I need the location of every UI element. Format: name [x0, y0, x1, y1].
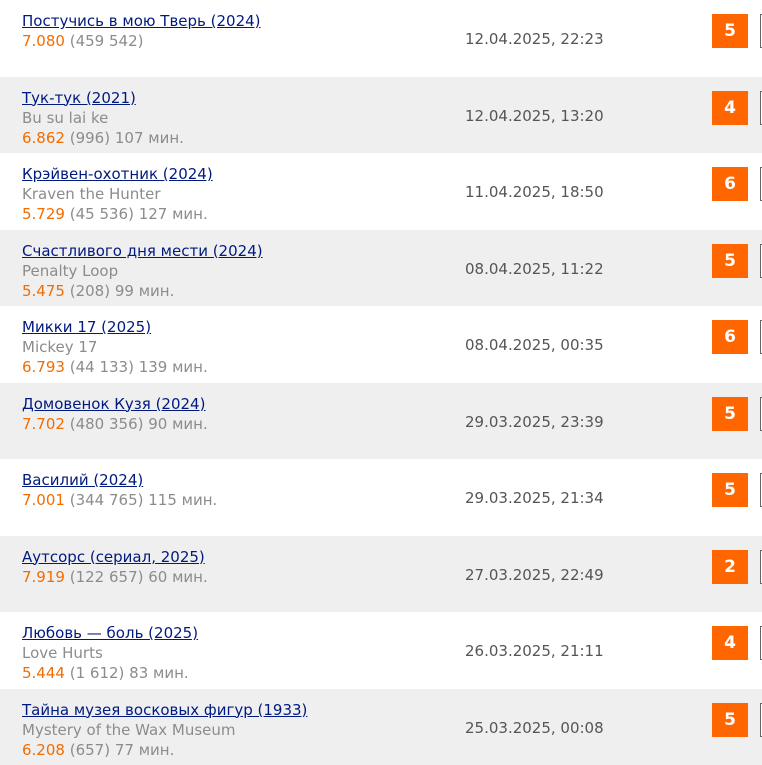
vote-date: 25.03.2025, 00:08 — [465, 718, 604, 738]
vote-date: 29.03.2025, 21:34 — [465, 488, 604, 508]
movie-title-link[interactable]: Крэйвен-охотник (2024) — [22, 165, 213, 184]
movie-title-link[interactable]: Домовенок Кузя (2024) — [22, 395, 208, 414]
movie-meta: 6.793 (44 133) 139 мин. — [22, 357, 208, 377]
movie-original-title: Mickey 17 — [22, 337, 208, 357]
movie-votes: (122 657) — [70, 568, 144, 586]
movie-title-link[interactable]: Тайна музея восковых фигур (1933) — [22, 701, 307, 720]
movie-info: Домовенок Кузя (2024) 7.702 (480 356) 90… — [22, 395, 208, 434]
movie-original-title: Mystery of the Wax Museum — [22, 720, 307, 740]
movie-rating: 7.001 — [22, 491, 65, 509]
movie-rating: 6.793 — [22, 358, 65, 376]
movie-original-title: Bu su lai ke — [22, 108, 184, 128]
movie-rating: 5.444 — [22, 664, 65, 682]
movie-rating: 5.475 — [22, 282, 65, 300]
movie-title-link[interactable]: Василий (2024) — [22, 471, 217, 490]
movie-info: Аутсорс (сериал, 2025) 7.919 (122 657) 6… — [22, 548, 208, 587]
movie-vote-list: Постучись в мою Тверь (2024) 7.080 (459 … — [0, 0, 762, 765]
movie-original-title: Penalty Loop — [22, 261, 263, 281]
movie-meta: 7.001 (344 765) 115 мин. — [22, 490, 217, 510]
movie-votes: (996) — [70, 129, 110, 147]
movie-meta: 6.208 (657) 77 мин. — [22, 740, 307, 760]
list-item: Тук-тук (2021) Bu su lai ke 6.862 (996) … — [0, 77, 762, 154]
movie-meta: 5.444 (1 612) 83 мин. — [22, 663, 198, 683]
list-item: Микки 17 (2025) Mickey 17 6.793 (44 133)… — [0, 306, 762, 383]
movie-info: Крэйвен-охотник (2024) Kraven the Hunter… — [22, 165, 213, 224]
user-score-badge[interactable]: 6 — [712, 167, 748, 201]
movie-meta: 6.862 (996) 107 мин. — [22, 128, 184, 148]
movie-duration: 60 мин. — [148, 568, 208, 586]
user-score-badge[interactable]: 5 — [712, 703, 748, 737]
user-score-badge[interactable]: 4 — [712, 626, 748, 660]
movie-title-link[interactable]: Постучись в мою Тверь (2024) — [22, 12, 261, 31]
movie-meta: 7.080 (459 542) — [22, 31, 261, 51]
movie-votes: (344 765) — [70, 491, 144, 509]
user-score-badge[interactable]: 5 — [712, 473, 748, 507]
user-score-badge[interactable]: 6 — [712, 320, 748, 354]
movie-duration: 77 мин. — [115, 741, 175, 759]
movie-title-link[interactable]: Тук-тук (2021) — [22, 89, 184, 108]
vote-date: 12.04.2025, 22:23 — [465, 29, 604, 49]
vote-date: 12.04.2025, 13:20 — [465, 106, 604, 126]
movie-info: Тук-тук (2021) Bu su lai ke 6.862 (996) … — [22, 89, 184, 148]
movie-votes: (45 536) — [70, 205, 134, 223]
vote-date: 29.03.2025, 23:39 — [465, 412, 604, 432]
list-item: Василий (2024) 7.001 (344 765) 115 мин. … — [0, 459, 762, 536]
movie-rating: 6.862 — [22, 129, 65, 147]
movie-rating: 5.729 — [22, 205, 65, 223]
movie-duration: 99 мин. — [115, 282, 175, 300]
movie-duration: 127 мин. — [139, 205, 208, 223]
movie-title-link[interactable]: Аутсорс (сериал, 2025) — [22, 548, 208, 567]
movie-title-link[interactable]: Любовь — боль (2025) — [22, 624, 198, 643]
movie-duration: 90 мин. — [148, 415, 208, 433]
user-score-badge[interactable]: 4 — [712, 91, 748, 125]
movie-rating: 7.702 — [22, 415, 65, 433]
user-score-badge[interactable]: 5 — [712, 397, 748, 431]
movie-rating: 7.919 — [22, 568, 65, 586]
list-item: Тайна музея восковых фигур (1933) Myster… — [0, 689, 762, 765]
movie-info: Любовь — боль (2025) Love Hurts 5.444 (1… — [22, 624, 198, 683]
movie-title-link[interactable]: Микки 17 (2025) — [22, 318, 208, 337]
list-item: Постучись в мою Тверь (2024) 7.080 (459 … — [0, 0, 762, 77]
movie-duration: 107 мин. — [115, 129, 184, 147]
movie-meta: 5.729 (45 536) 127 мин. — [22, 204, 213, 224]
movie-original-title: Love Hurts — [22, 643, 198, 663]
movie-votes: (459 542) — [70, 32, 144, 50]
movie-info: Постучись в мою Тверь (2024) 7.080 (459 … — [22, 12, 261, 51]
movie-meta: 7.702 (480 356) 90 мин. — [22, 414, 208, 434]
movie-votes: (657) — [70, 741, 110, 759]
list-item: Аутсорс (сериал, 2025) 7.919 (122 657) 6… — [0, 536, 762, 613]
user-score-badge[interactable]: 2 — [712, 550, 748, 584]
movie-title-link[interactable]: Счастливого дня мести (2024) — [22, 242, 263, 261]
movie-votes: (44 133) — [70, 358, 134, 376]
movie-info: Василий (2024) 7.001 (344 765) 115 мин. — [22, 471, 217, 510]
movie-meta: 5.475 (208) 99 мин. — [22, 281, 263, 301]
movie-duration: 83 мин. — [129, 664, 189, 682]
movie-original-title: Kraven the Hunter — [22, 184, 213, 204]
list-item: Любовь — боль (2025) Love Hurts 5.444 (1… — [0, 612, 762, 689]
movie-rating: 7.080 — [22, 32, 65, 50]
movie-info: Тайна музея восковых фигур (1933) Myster… — [22, 701, 307, 760]
movie-votes: (208) — [70, 282, 110, 300]
movie-votes: (480 356) — [70, 415, 144, 433]
user-score-badge[interactable]: 5 — [712, 244, 748, 278]
movie-duration: 115 мин. — [148, 491, 217, 509]
movie-votes: (1 612) — [70, 664, 125, 682]
vote-date: 08.04.2025, 00:35 — [465, 335, 604, 355]
movie-info: Микки 17 (2025) Mickey 17 6.793 (44 133)… — [22, 318, 208, 377]
user-score-badge[interactable]: 5 — [712, 14, 748, 48]
movie-info: Счастливого дня мести (2024) Penalty Loo… — [22, 242, 263, 301]
vote-date: 11.04.2025, 18:50 — [465, 182, 604, 202]
list-item: Крэйвен-охотник (2024) Kraven the Hunter… — [0, 153, 762, 230]
vote-date: 26.03.2025, 21:11 — [465, 641, 604, 661]
vote-date: 27.03.2025, 22:49 — [465, 565, 604, 585]
list-item: Счастливого дня мести (2024) Penalty Loo… — [0, 230, 762, 307]
list-item: Домовенок Кузя (2024) 7.702 (480 356) 90… — [0, 383, 762, 460]
movie-duration: 139 мин. — [139, 358, 208, 376]
movie-rating: 6.208 — [22, 741, 65, 759]
vote-date: 08.04.2025, 11:22 — [465, 259, 604, 279]
movie-meta: 7.919 (122 657) 60 мин. — [22, 567, 208, 587]
